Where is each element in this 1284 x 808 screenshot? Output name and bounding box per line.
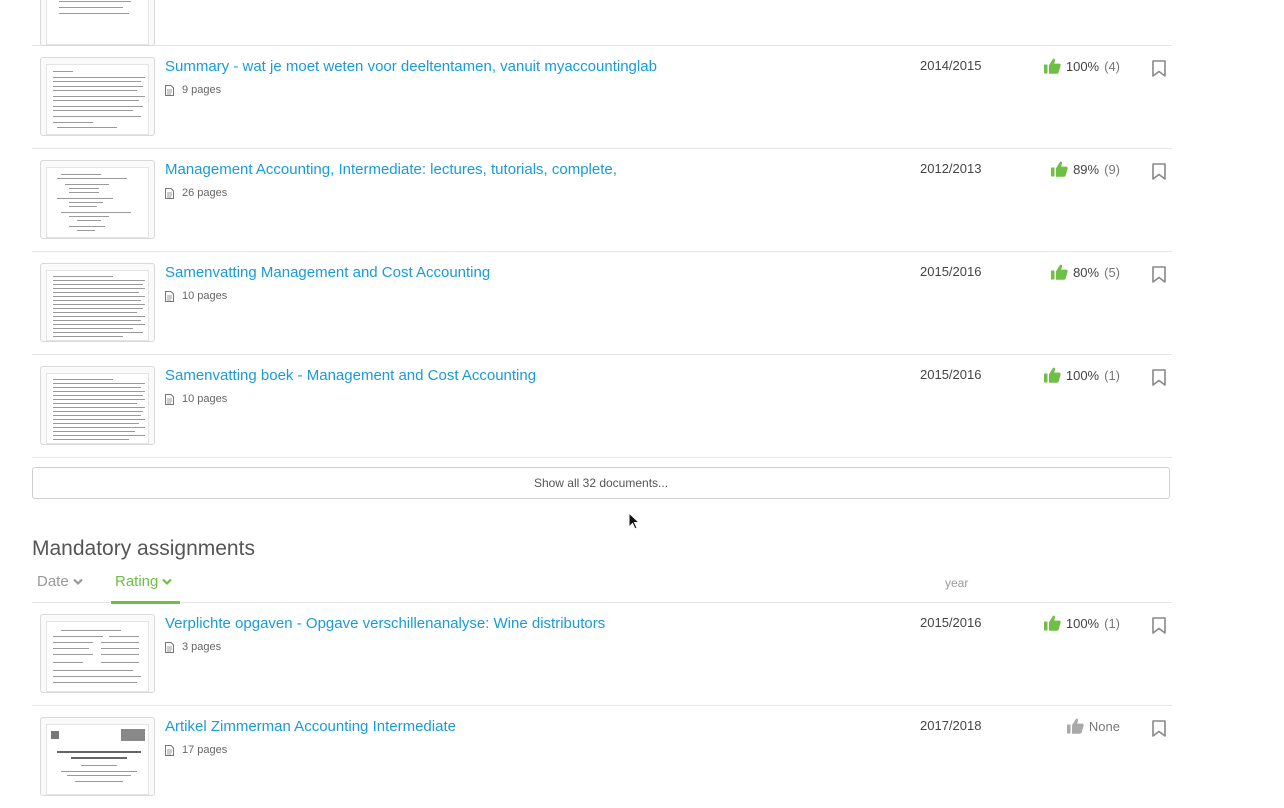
rating-percentage: 100% [1065, 58, 1100, 74]
thumbs-up-icon [1051, 264, 1068, 280]
thumbs-up-icon [1066, 718, 1084, 734]
document-thumbnail[interactable] [40, 263, 155, 342]
document-year: 2017/2018 [920, 718, 982, 733]
chevron-down-icon [162, 578, 173, 585]
document-thumbnail[interactable] [40, 0, 155, 46]
bookmark-icon[interactable] [1152, 720, 1166, 737]
document-pages: 26 pages [165, 187, 227, 199]
bookmark-icon[interactable] [1152, 617, 1166, 634]
document-pages: 10 pages [165, 290, 227, 302]
document-year: 2015/2016 [920, 615, 982, 630]
document-year: 2012/2013 [920, 161, 982, 176]
document-title-link[interactable]: Verplichte opgaven - Opgave verschillena… [165, 615, 605, 632]
document-row [32, 0, 1172, 46]
rating-percentage: 89% [1073, 161, 1100, 177]
sort-bar: Date Rating year [32, 572, 1172, 604]
document-title-link[interactable]: Summary - wat je moet weten voor deelten… [165, 58, 657, 75]
document-row: Samenvatting Management and Cost Account… [32, 252, 1172, 355]
sort-rating-label: Rating [115, 573, 159, 590]
document-row: Summary - wat je moet weten voor deelten… [32, 46, 1172, 149]
thumbs-up-icon [1043, 367, 1061, 383]
document-icon [165, 187, 174, 199]
rating-count: (1) [1104, 615, 1120, 631]
document-icon [165, 641, 174, 653]
rating-count: (9) [1104, 161, 1120, 177]
bookmark-icon[interactable] [1152, 163, 1166, 180]
rating-count: (4) [1104, 58, 1120, 74]
document-year: 2014/2015 [920, 58, 982, 73]
document-pages: 9 pages [165, 84, 221, 96]
document-rating: 100% (1) [1043, 615, 1120, 631]
document-row: Verplichte opgaven - Opgave verschillena… [32, 603, 1172, 706]
rating-percentage: 100% [1065, 615, 1100, 631]
document-title-link[interactable]: Artikel Zimmerman Accounting Intermediat… [165, 718, 456, 735]
sort-by-rating[interactable]: Rating [115, 573, 173, 590]
page-count: 10 pages [182, 393, 228, 405]
mouse-cursor-icon [628, 512, 640, 530]
page-count: 17 pages [182, 744, 228, 756]
document-thumbnail[interactable] [40, 717, 155, 796]
bookmark-icon[interactable] [1152, 369, 1166, 386]
document-pages: 3 pages [165, 641, 221, 653]
document-year: 2015/2016 [920, 367, 982, 382]
show-all-documents-button[interactable]: Show all 32 documents... [32, 467, 1170, 499]
page-count: 10 pages [182, 290, 228, 302]
rating-count: (5) [1104, 264, 1120, 280]
document-thumbnail[interactable] [40, 160, 155, 239]
page-count: 9 pages [182, 84, 222, 96]
year-column-header: year [945, 576, 969, 590]
bookmark-icon[interactable] [1152, 266, 1166, 283]
page-count: 3 pages [182, 641, 222, 653]
rating-percentage: 80% [1073, 264, 1100, 280]
document-row: Artikel Zimmerman Accounting Intermediat… [32, 706, 1172, 808]
document-thumbnail[interactable] [40, 57, 155, 136]
page-count: 26 pages [182, 187, 228, 199]
sort-date-label: Date [37, 573, 69, 590]
sort-by-date[interactable]: Date [37, 573, 83, 590]
document-title-link[interactable]: Management Accounting, Intermediate: lec… [165, 161, 617, 178]
document-pages: 10 pages [165, 393, 227, 405]
thumbs-up-icon [1051, 161, 1068, 177]
thumbs-up-icon [1043, 615, 1061, 631]
document-thumbnail[interactable] [40, 614, 155, 693]
rating-percentage: 100% [1065, 367, 1100, 383]
rating-count: (1) [1104, 367, 1120, 383]
document-pages: 17 pages [165, 744, 227, 756]
document-title-link[interactable]: Samenvatting Management and Cost Account… [165, 264, 490, 281]
document-rating: 100% (4) [1043, 58, 1120, 74]
chevron-down-icon [72, 578, 83, 585]
document-icon [165, 84, 174, 96]
thumbs-up-icon [1043, 58, 1061, 74]
document-rating: 80% (5) [1051, 264, 1120, 280]
bookmark-icon[interactable] [1152, 60, 1166, 77]
document-row: Samenvatting boek - Management and Cost … [32, 355, 1172, 458]
document-rating: 89% (9) [1051, 161, 1120, 177]
document-thumbnail[interactable] [40, 366, 155, 445]
documents-list: Summary - wat je moet weten voor deelten… [32, 0, 1172, 458]
document-row: Management Accounting, Intermediate: lec… [32, 149, 1172, 252]
document-icon [165, 744, 174, 756]
document-icon [165, 393, 174, 405]
document-rating: None [1066, 718, 1120, 734]
rating-none: None [1088, 718, 1120, 734]
document-icon [165, 290, 174, 302]
document-year: 2015/2016 [920, 264, 982, 279]
section-title-mandatory-assignments: Mandatory assignments [32, 537, 255, 560]
mandatory-assignments-list: Verplichte opgaven - Opgave verschillena… [32, 603, 1172, 808]
document-title-link[interactable]: Samenvatting boek - Management and Cost … [165, 367, 536, 384]
document-rating: 100% (1) [1043, 367, 1120, 383]
